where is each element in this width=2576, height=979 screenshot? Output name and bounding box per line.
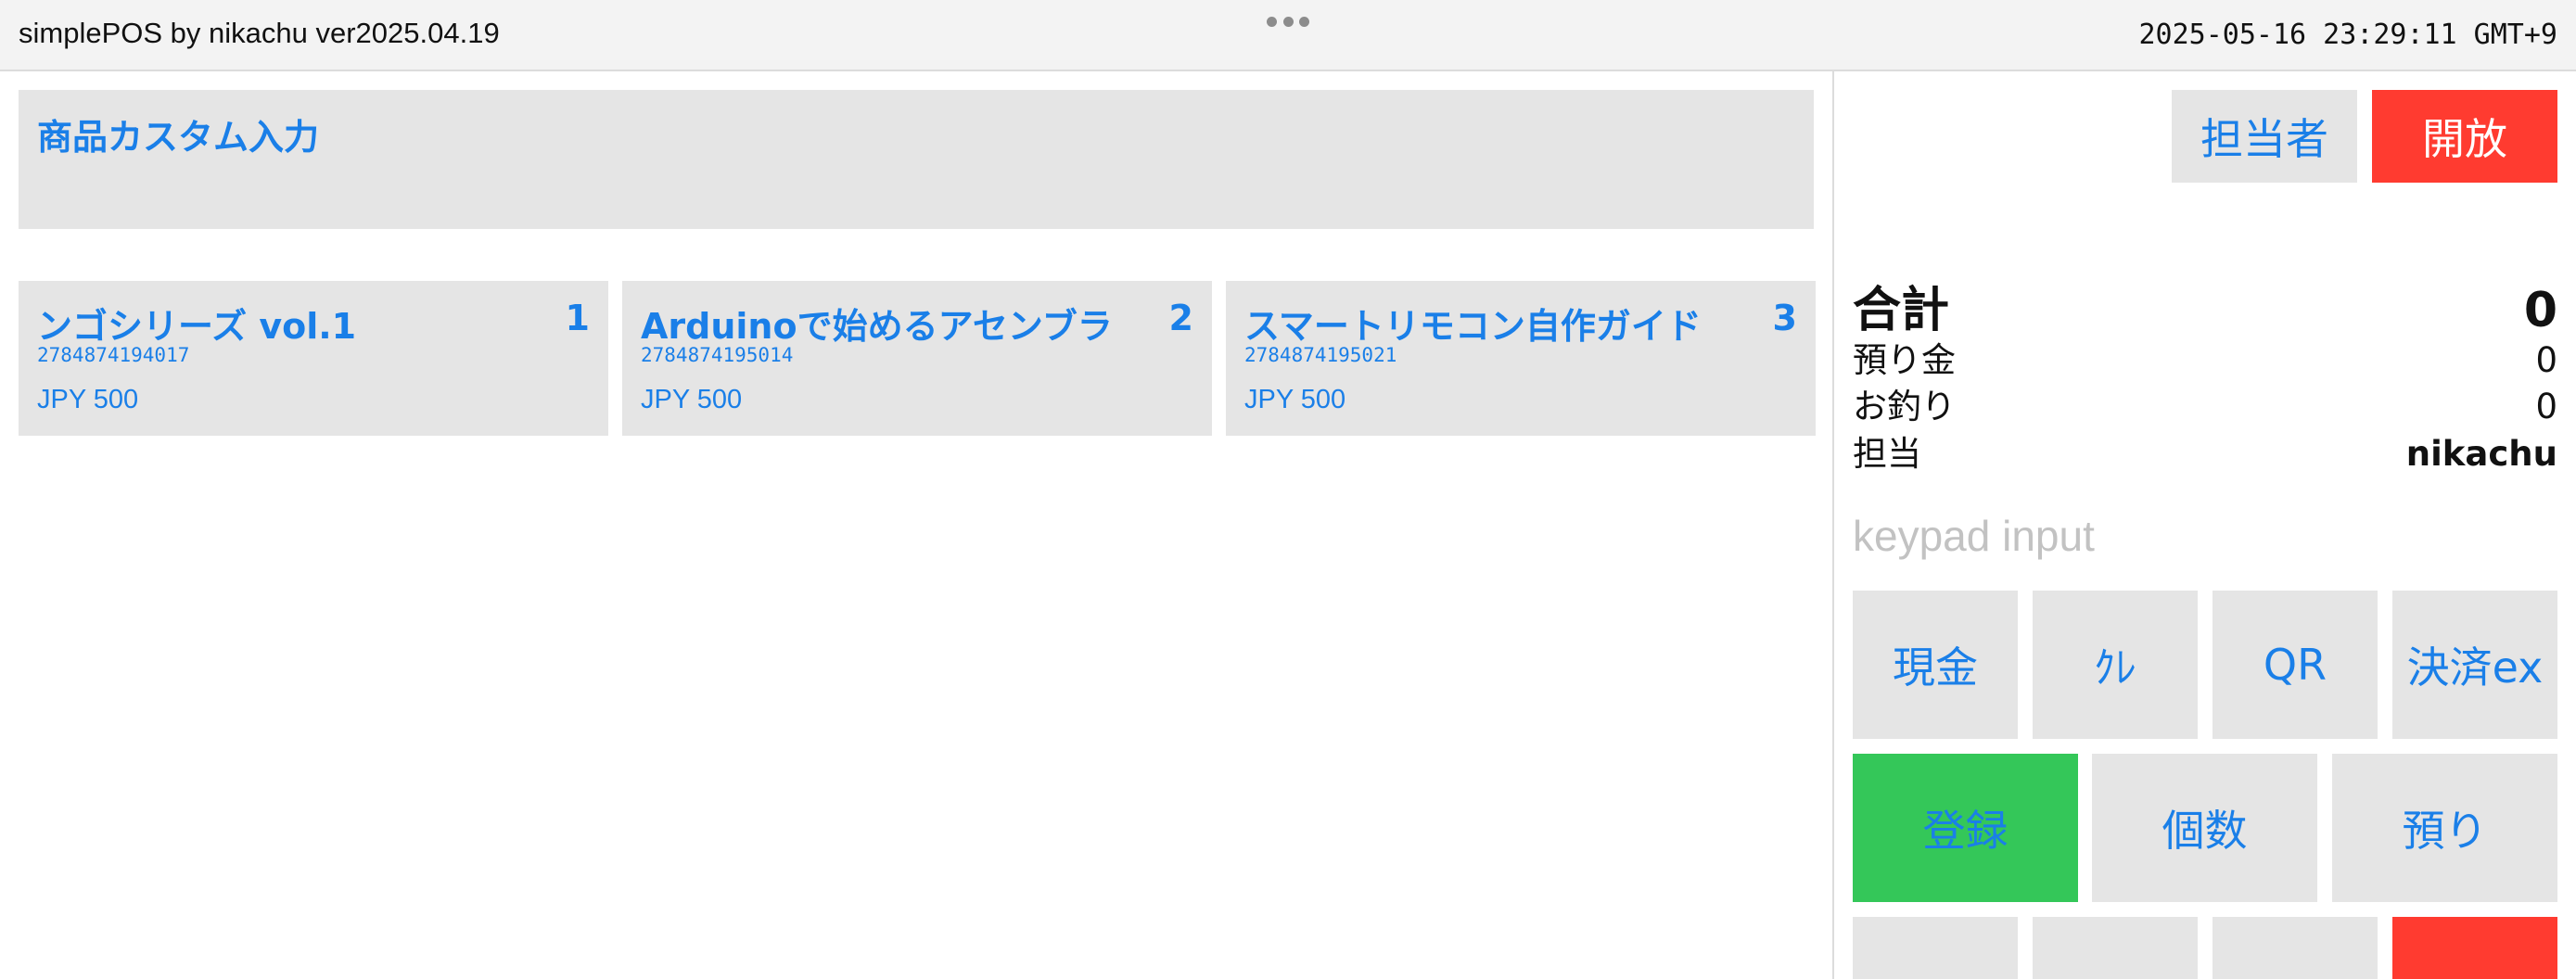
panel-divider — [1832, 71, 1834, 979]
credit-payment-button[interactable]: ｸﾚ — [2033, 591, 2198, 739]
app-title: simplePOS by nikachu ver2025.04.19 — [19, 17, 500, 49]
ex-payment-button[interactable]: 決済ex — [2392, 591, 2557, 739]
register-button[interactable]: 登録 — [1853, 754, 2078, 902]
staff-label: 担当 — [1853, 434, 1921, 474]
product-number: 1 — [565, 298, 590, 338]
total-row: 合計 0 — [1853, 271, 2557, 340]
custom-item-input-label: 商品カスタム入力 — [37, 117, 320, 158]
product-tile-3[interactable]: スマートリモコン自作ガイド 3 2784874195021 JPY 500 — [1226, 281, 1816, 436]
keypad-clear-key[interactable] — [2392, 917, 2557, 979]
cash-payment-button[interactable]: 現金 — [1853, 591, 2018, 739]
more-options-icon[interactable] — [1267, 11, 1309, 32]
keypad-input[interactable]: keypad input — [1853, 511, 2095, 561]
quantity-button[interactable]: 個数 — [2092, 754, 2317, 902]
deposit-button[interactable]: 預り — [2332, 754, 2557, 902]
deposit-label: 預り金 — [1853, 340, 1956, 380]
keypad-key[interactable] — [1853, 917, 2018, 979]
staff-button[interactable]: 担当者 — [2172, 90, 2357, 183]
deposit-row: 預り金 0 — [1853, 332, 2557, 382]
product-number: 2 — [1168, 298, 1193, 338]
keypad-key[interactable] — [2213, 917, 2378, 979]
product-tile-2[interactable]: Arduinoで始めるアセンブラ 2 2784874195014 JPY 500 — [622, 281, 1212, 436]
staff-row: 担当 nikachu — [1853, 426, 2557, 476]
deposit-value: 0 — [2535, 340, 2557, 380]
product-price: JPY 500 — [37, 385, 139, 414]
change-value: 0 — [2535, 387, 2557, 426]
product-price: JPY 500 — [641, 385, 743, 414]
product-number: 3 — [1772, 298, 1797, 338]
title-bar: simplePOS by nikachu ver2025.04.19 2025-… — [0, 0, 2576, 71]
change-label: お釣り — [1853, 387, 1956, 426]
product-name: Arduinoで始めるアセンブラ — [641, 306, 1113, 347]
total-value: 0 — [2523, 283, 2557, 338]
keypad-key[interactable] — [2033, 917, 2198, 979]
qr-payment-button[interactable]: QR — [2213, 591, 2378, 739]
custom-item-input-button[interactable]: 商品カスタム入力 — [19, 90, 1814, 229]
product-price: JPY 500 — [1244, 385, 1346, 414]
product-name: スマートリモコン自作ガイド — [1244, 306, 1702, 347]
product-barcode: 2784874194017 — [37, 344, 190, 366]
change-row: お釣り 0 — [1853, 378, 2557, 428]
staff-value: nikachu — [2405, 434, 2557, 474]
product-tile-1[interactable]: ンゴシリーズ vol.1 1 2784874194017 JPY 500 — [19, 281, 608, 436]
product-barcode: 2784874195021 — [1244, 344, 1397, 366]
clock: 2025-05-16 23:29:11 GMT+9 — [2138, 19, 2557, 51]
product-name: ンゴシリーズ vol.1 — [37, 306, 357, 347]
product-barcode: 2784874195014 — [641, 344, 794, 366]
open-drawer-button[interactable]: 開放 — [2372, 90, 2557, 183]
total-label: 合計 — [1853, 283, 1950, 338]
